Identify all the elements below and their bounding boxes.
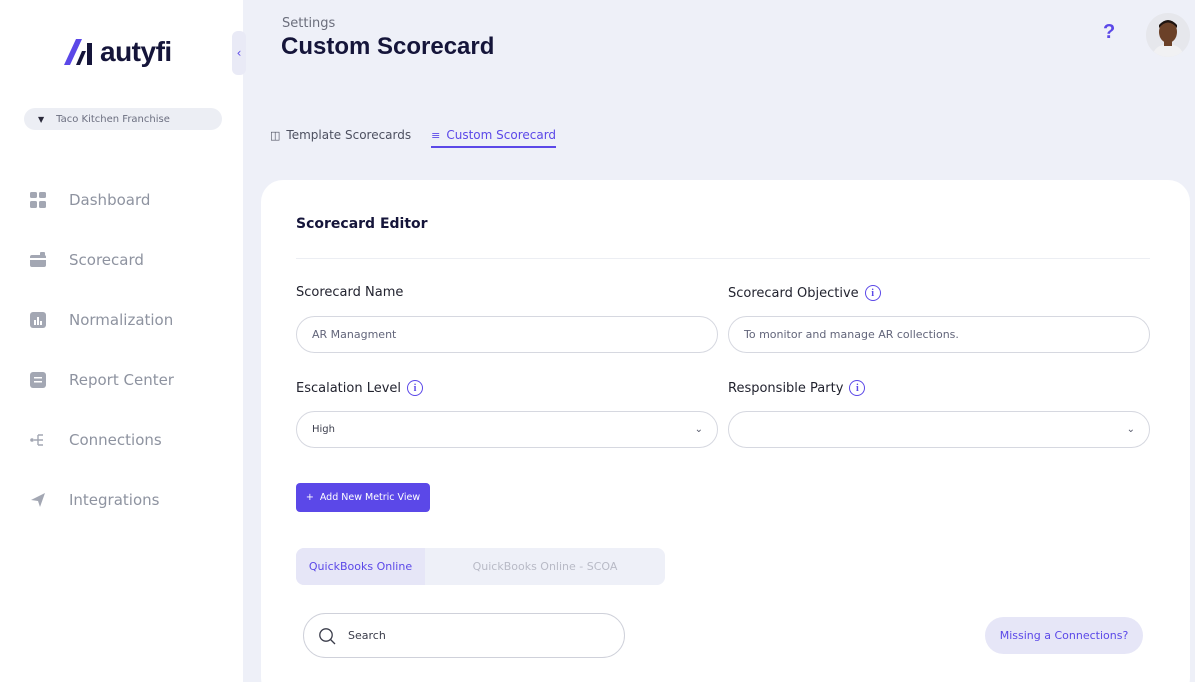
escalation-level-select[interactable]: High ⌄ — [296, 411, 718, 448]
sliders-icon: ≡ — [431, 128, 441, 142]
report-center-icon — [30, 372, 46, 388]
plus-icon: + — [305, 492, 314, 503]
add-new-metric-view-button[interactable]: + Add New Metric View — [296, 483, 430, 512]
scorecard-objective-label: Scorecard Objective i — [728, 285, 881, 301]
sidebar-item-label: Dashboard — [69, 191, 151, 209]
breadcrumb[interactable]: Settings — [282, 16, 335, 31]
table-icon: ◫ — [270, 128, 281, 142]
input-value: To monitor and manage AR collections. — [744, 328, 959, 341]
info-icon[interactable]: i — [864, 285, 881, 301]
label-text: Escalation Level — [296, 380, 402, 396]
brand-name: autyfi — [100, 36, 172, 67]
normalization-icon — [30, 312, 46, 328]
help-icon[interactable]: ? — [1103, 21, 1115, 44]
escalation-level-label: Escalation Level i — [296, 380, 424, 396]
sidebar-item-label: Scorecard — [69, 251, 144, 269]
responsible-party-label: Responsible Party i — [728, 380, 866, 396]
tab-label: Template Scorecards — [286, 128, 412, 142]
scorecard-name-input[interactable]: AR Managment — [296, 316, 718, 353]
scorecard-objective-input[interactable]: To monitor and manage AR collections. — [728, 316, 1150, 353]
autyfi-logo-icon — [64, 39, 92, 65]
sidebar-item-label: Normalization — [69, 311, 174, 329]
user-avatar-icon — [1146, 13, 1190, 57]
avatar[interactable] — [1146, 13, 1190, 57]
button-label: Add New Metric View — [319, 492, 421, 503]
source-tab-quickbooks-online-scoa[interactable]: QuickBooks Online - SCOA — [425, 548, 665, 585]
search-input[interactable]: Search — [303, 613, 625, 658]
chevron-down-icon: ⌄ — [694, 424, 703, 435]
missing-connections-button[interactable]: Missing a Connections? — [985, 617, 1143, 654]
organization-name: Taco Kitchen Franchise — [56, 113, 170, 125]
chevron-left-icon: ‹ — [236, 46, 242, 60]
sidebar-item-normalization[interactable]: Normalization — [30, 290, 174, 350]
tab-label: Custom Scorecard — [446, 128, 557, 142]
editor-title: Scorecard Editor — [296, 216, 428, 232]
label-text: Responsible Party — [728, 380, 844, 396]
sidebar-item-connections[interactable]: Connections — [30, 410, 174, 470]
info-icon[interactable]: i — [849, 380, 866, 396]
chevron-down-icon: ⌄ — [1126, 424, 1135, 435]
search-placeholder: Search — [348, 629, 386, 642]
connections-icon — [30, 432, 46, 448]
sidebar-item-label: Integrations — [69, 491, 160, 509]
sidebar-item-integrations[interactable]: Integrations — [30, 470, 174, 530]
sidebar-item-report-center[interactable]: Report Center — [30, 350, 174, 410]
organization-selector[interactable]: ▼ Taco Kitchen Franchise — [24, 108, 222, 130]
scorecard-name-label: Scorecard Name — [296, 285, 403, 300]
input-value: AR Managment — [312, 328, 397, 341]
collapse-sidebar-button[interactable]: ‹ — [232, 31, 246, 75]
select-value: High — [312, 424, 335, 435]
tab-template-scorecards[interactable]: ◫ Template Scorecards — [270, 124, 411, 146]
scorecard-editor-card: Scorecard Editor Scorecard Name AR Manag… — [261, 180, 1190, 682]
tab-custom-scorecard[interactable]: ≡ Custom Scorecard — [431, 124, 557, 148]
page-title: Custom Scorecard — [281, 33, 495, 60]
dashboard-icon — [30, 192, 46, 208]
source-switcher: QuickBooks Online QuickBooks Online - SC… — [296, 548, 665, 585]
sidebar-item-scorecard[interactable]: Scorecard — [30, 230, 174, 290]
sidebar-item-label: Connections — [69, 431, 162, 449]
scorecard-icon — [30, 252, 46, 268]
search-icon — [319, 627, 336, 644]
sidebar-item-dashboard[interactable]: Dashboard — [30, 170, 174, 230]
label-text: Scorecard Objective — [728, 285, 859, 301]
source-tab-quickbooks-online[interactable]: QuickBooks Online — [296, 548, 425, 585]
scorecard-tabs: ◫ Template Scorecards ≡ Custom Scorecard — [270, 124, 557, 148]
integrations-icon — [30, 492, 46, 508]
sidebar-item-label: Report Center — [69, 371, 174, 389]
caret-down-icon: ▼ — [38, 114, 45, 124]
brand-logo[interactable]: autyfi — [62, 36, 172, 68]
sidebar: autyfi ‹ ▼ Taco Kitchen Franchise Dashbo… — [0, 0, 246, 682]
sidebar-nav: Dashboard Scorecard Normalization Report… — [30, 170, 174, 530]
divider — [296, 258, 1150, 259]
responsible-party-select[interactable]: ⌄ — [728, 411, 1150, 448]
label-text: Scorecard Name — [296, 285, 404, 300]
info-icon[interactable]: i — [407, 380, 424, 396]
